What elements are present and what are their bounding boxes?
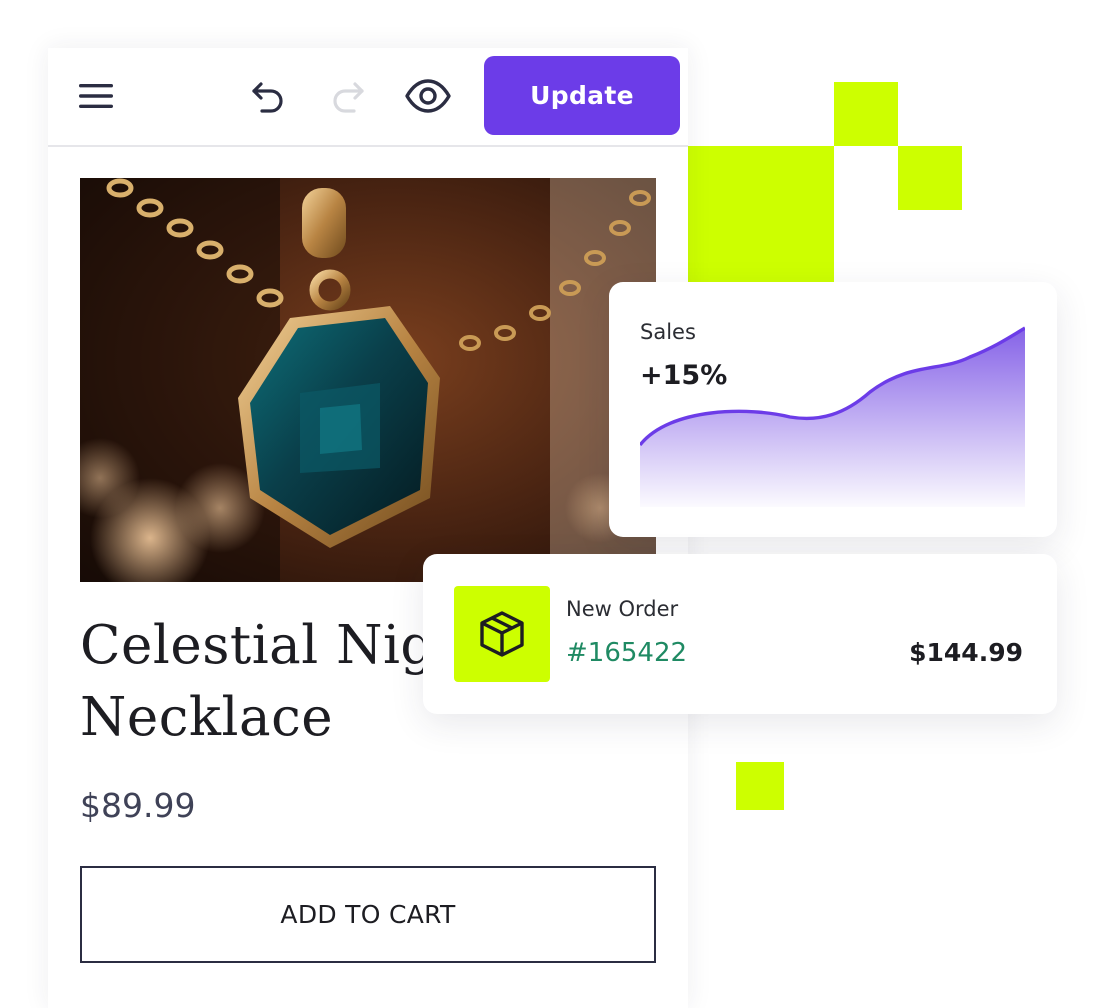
product-price: $89.99 <box>80 786 196 825</box>
decor-square <box>688 146 834 282</box>
update-button[interactable]: Update <box>484 56 680 135</box>
order-id: #165422 <box>566 638 688 668</box>
new-order-card: New Order #165422 $144.99 <box>423 554 1057 714</box>
sales-card: Sales +15% <box>609 282 1057 537</box>
sales-value: +15% <box>640 360 728 391</box>
order-amount: $144.99 <box>909 638 1023 667</box>
sales-label: Sales <box>640 320 696 344</box>
order-label: New Order <box>566 597 679 621</box>
hamburger-menu-icon[interactable] <box>76 78 116 114</box>
editor-toolbar: Update <box>48 48 688 147</box>
package-box-icon <box>454 586 550 682</box>
eye-icon[interactable] <box>404 76 452 116</box>
decor-square <box>898 146 962 210</box>
product-editor-card: Update Celestial Nigh Necklace $89.99 AD… <box>48 48 688 1008</box>
product-image <box>80 178 656 582</box>
redo-icon[interactable] <box>328 78 368 116</box>
decor-square <box>736 762 784 810</box>
decor-square <box>834 82 898 146</box>
sales-area-chart <box>640 326 1025 507</box>
add-to-cart-button[interactable]: ADD TO CART <box>80 866 656 963</box>
undo-icon[interactable] <box>248 78 288 116</box>
